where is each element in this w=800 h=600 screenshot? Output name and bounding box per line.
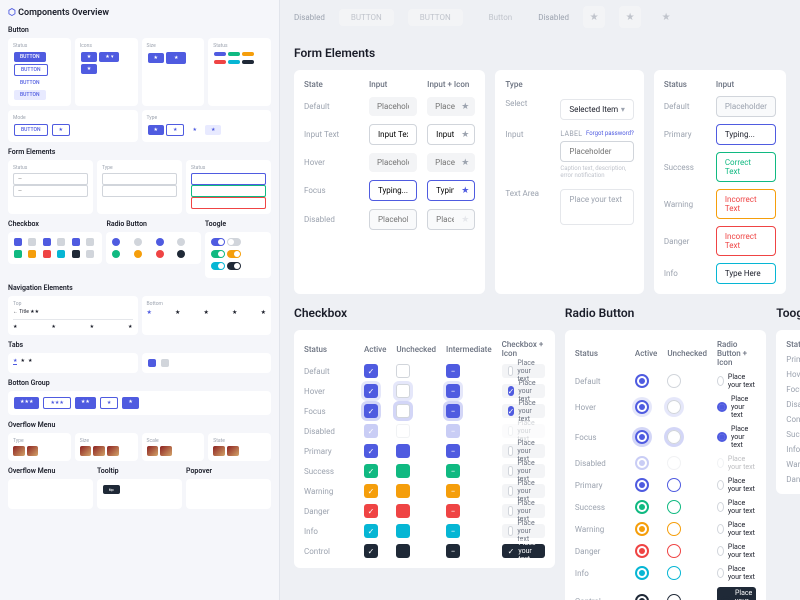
select-input[interactable]: Selected Item▾: [560, 99, 634, 120]
forgot-link[interactable]: Forgot password?: [586, 130, 634, 138]
star-icon: ★: [461, 102, 469, 112]
toggle-section: Toogle Status Primary Hover Focus Disabl…: [776, 306, 800, 600]
form-elements-section: Form Elements State Input Input + Icon D…: [280, 34, 800, 306]
section-button: Button: [8, 26, 271, 34]
checkbox-section: Checkbox Status Active Unchecked Interme…: [294, 306, 555, 600]
star-icon: ★: [583, 6, 605, 28]
input-focus[interactable]: [369, 180, 417, 201]
input-text[interactable]: [369, 124, 417, 145]
form-state-card: State Input Input + Icon Default ★ Input…: [294, 70, 485, 294]
input-default[interactable]: [369, 97, 417, 116]
checkbox[interactable]: ✓: [364, 364, 378, 378]
overview-sidebar: Components Overview Button Status BUTTON…: [0, 0, 280, 600]
detail-panel: Disabled BUTTON BUTTON Button Disabled ★…: [280, 0, 800, 600]
form-status-card: StatusInput DefaultPlaceholder PrimaryTy…: [654, 70, 786, 294]
radio-section: Radio Button Status Active Unchecked Rad…: [565, 306, 766, 600]
form-type-card: Type Select Selected Item▾ Input LABELFo…: [495, 70, 644, 294]
page-title: Components Overview: [8, 8, 271, 18]
disabled-button: BUTTON: [339, 9, 394, 26]
chevron-down-icon: ▾: [621, 105, 625, 114]
textarea[interactable]: Place your text: [560, 189, 634, 225]
radio[interactable]: [635, 374, 649, 388]
